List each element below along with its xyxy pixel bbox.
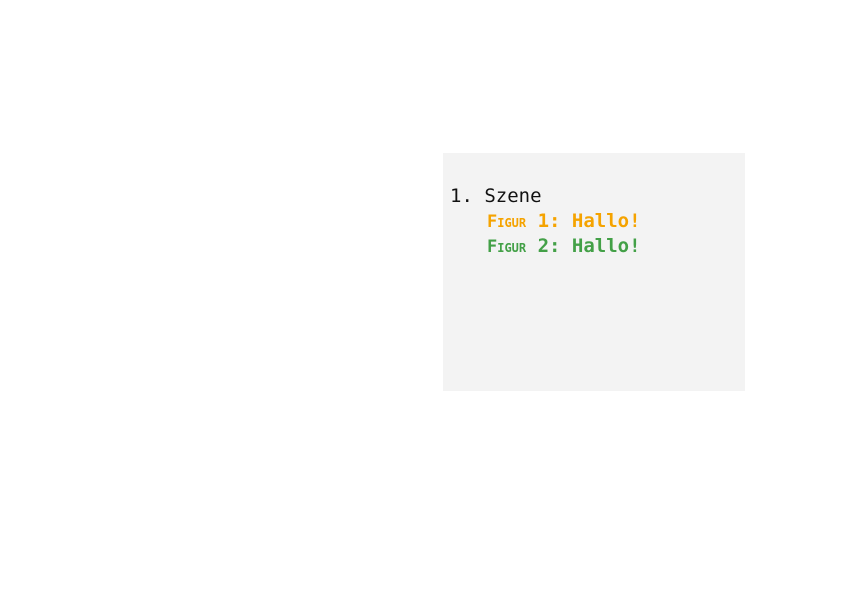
scene-number: 1. [450, 185, 473, 207]
code-panel: 1. Szene Figur 1: Hallo! Figur 2: Hallo! [443, 153, 745, 391]
speaker-line-text: 1: Hallo! [526, 210, 641, 232]
dialogue-line-2: Figur 2: Hallo! [487, 234, 641, 260]
dialogue-line-1: Figur 1: Hallo! [487, 209, 641, 235]
speaker-label: Figur [487, 212, 527, 232]
scene-title: Szene [484, 185, 542, 207]
speaker-line-text: 2: Hallo! [526, 235, 641, 257]
speaker-label: Figur [487, 237, 527, 257]
scene-heading: 1. Szene [450, 184, 542, 209]
